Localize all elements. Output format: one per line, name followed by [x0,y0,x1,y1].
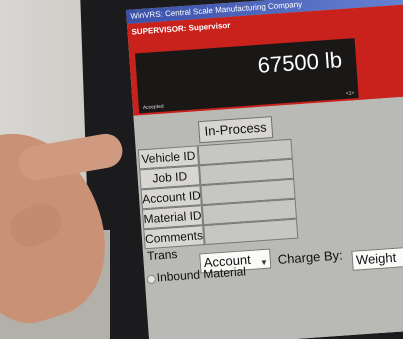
chevron-down-icon: ▼ [259,257,269,268]
comments-label: Comments [143,225,205,250]
monitor-screen: WinVRS: Central Scale Manufacturing Comp… [126,0,403,339]
trans-label: Trans [146,247,178,264]
charge-by-select-value: Weight [355,249,397,268]
inbound-material-label: Inbound Material [156,264,247,285]
charge-by-select[interactable]: Weight ▼ [351,245,403,271]
scale-indicator: <1> [345,90,355,97]
inbound-material-radio[interactable] [146,274,157,285]
in-process-button[interactable]: In-Process [197,116,274,144]
photo-scene: WinVRS: Central Scale Manufacturing Comp… [0,0,403,339]
transaction-form: In-Process Vehicle ID Job ID Account ID … [133,94,403,339]
charge-by-label: Charge By: [277,247,344,268]
scale-status: Accepted [142,103,164,112]
supervisor-label: SUPERVISOR: Supervisor [131,20,231,37]
weight-readout: 67500 lb [256,47,343,78]
